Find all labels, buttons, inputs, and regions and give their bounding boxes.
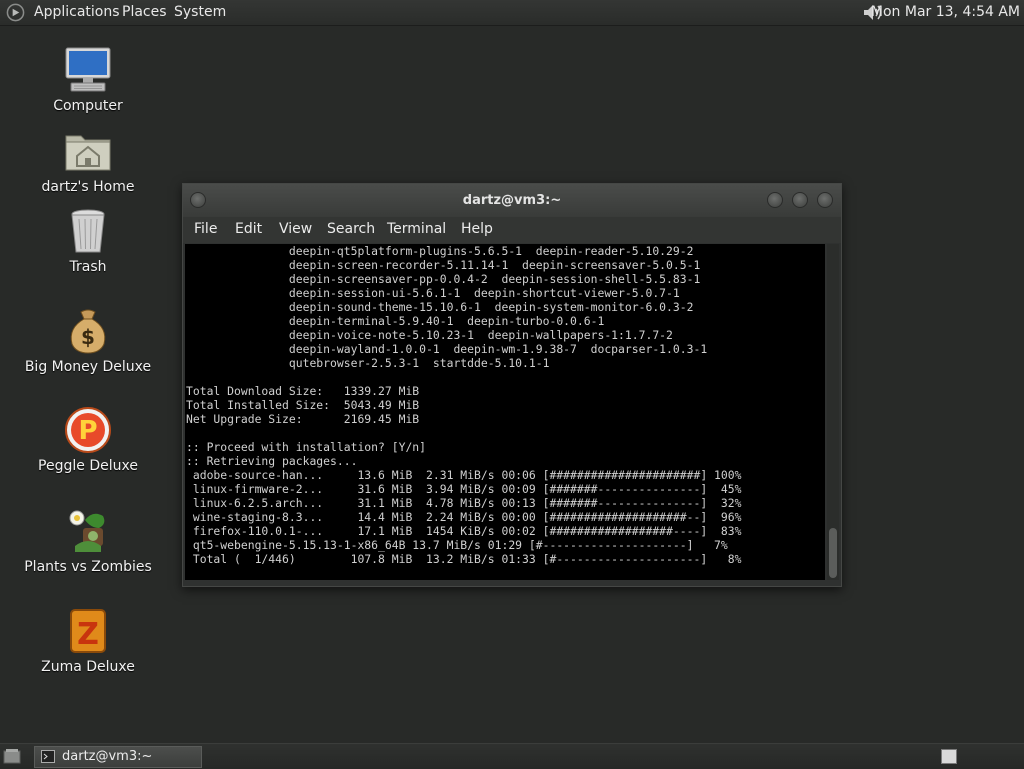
- close-button[interactable]: [817, 192, 833, 208]
- terminal-title: dartz@vm3:~: [462, 193, 562, 208]
- terminal-line: linux-firmware-2... 31.6 MiB 3.94 MiB/s …: [186, 482, 742, 496]
- menu-search[interactable]: Search: [327, 221, 375, 237]
- menu-places[interactable]: Places: [122, 4, 167, 20]
- zuma-icon: Z: [70, 609, 106, 653]
- menu-system[interactable]: System: [174, 4, 226, 20]
- terminal-line: :: Proceed with installation? [Y/n]: [186, 440, 427, 454]
- terminal-line: Net Upgrade Size: 2169.45 MiB: [186, 412, 420, 426]
- desktop-icon-home[interactable]: dartz's Home: [23, 126, 153, 195]
- workspace-switcher[interactable]: [941, 749, 957, 764]
- scrollbar-thumb[interactable]: [829, 528, 837, 578]
- minimize-button[interactable]: [767, 192, 783, 208]
- terminal-line: qutebrowser-2.5.3-1 startdde-5.10.1-1: [186, 356, 550, 370]
- menu-view[interactable]: View: [279, 221, 312, 237]
- maximize-button[interactable]: [792, 192, 808, 208]
- taskbar-terminal-button[interactable]: dartz@vm3:~: [34, 746, 202, 768]
- terminal-line: deepin-sound-theme-15.10.6-1 deepin-syst…: [186, 300, 694, 314]
- terminal-line: wine-staging-8.3... 14.4 MiB 2.24 MiB/s …: [186, 510, 742, 524]
- terminal-line: qt5-webengine-5.15.13-1-x86_64B 13.7 MiB…: [186, 538, 728, 552]
- terminal-line: firefox-110.0.1-... 17.1 MiB 1454 KiB/s …: [186, 524, 742, 538]
- terminal-menubar: File Edit View Search Terminal Help: [183, 217, 841, 243]
- terminal-text: deepin-qt5platform-plugins-5.6.5-1 deepi…: [185, 244, 825, 566]
- desktop-icon-label: Trash: [69, 259, 107, 275]
- menu-applications[interactable]: Applications: [34, 4, 120, 20]
- terminal-line: Total Download Size: 1339.27 MiB: [186, 384, 420, 398]
- desktop-icon-label: Plants vs Zombies: [24, 559, 152, 575]
- peggle-icon: P: [65, 407, 111, 453]
- terminal-output[interactable]: deepin-qt5platform-plugins-5.6.5-1 deepi…: [185, 244, 825, 580]
- terminal-line: linux-6.2.5.arch... 31.1 MiB 4.78 MiB/s …: [186, 496, 742, 510]
- clock[interactable]: Mon Mar 13, 4:54 AM: [871, 4, 1020, 20]
- home-folder-icon: [65, 135, 111, 171]
- terminal-line: deepin-qt5platform-plugins-5.6.5-1 deepi…: [186, 244, 694, 258]
- desktop-icon-label: dartz's Home: [41, 179, 135, 195]
- desktop-icon-label: Computer: [53, 98, 123, 114]
- terminal-line: Total ( 1/446) 107.8 MiB 13.2 MiB/s 01:3…: [186, 552, 742, 566]
- desktop-icon-plants-vs-zombies[interactable]: Plants vs Zombies: [23, 506, 153, 575]
- terminal-line: deepin-terminal-5.9.40-1 deepin-turbo-0.…: [186, 314, 605, 328]
- plants-vs-zombies-icon: [69, 510, 105, 552]
- terminal-line: deepin-wayland-1.0.0-1 deepin-wm-1.9.38-…: [186, 342, 708, 356]
- terminal-window[interactable]: dartz@vm3:~ File Edit View Search Termin…: [182, 183, 842, 587]
- menu-help[interactable]: Help: [461, 221, 493, 237]
- desktop-icon-label: Peggle Deluxe: [38, 458, 138, 474]
- svg-text:Z: Z: [77, 617, 99, 652]
- terminal-line: deepin-voice-note-5.10.23-1 deepin-wallp…: [186, 328, 673, 342]
- menu-file[interactable]: File: [194, 221, 217, 237]
- menu-terminal[interactable]: Terminal: [387, 221, 446, 237]
- show-desktop-icon[interactable]: [3, 748, 21, 764]
- terminal-titlebar[interactable]: dartz@vm3:~: [183, 184, 841, 217]
- desktop-icon-zuma[interactable]: Z Zuma Deluxe: [23, 606, 153, 675]
- desktop-icon-peggle[interactable]: P Peggle Deluxe: [23, 405, 153, 474]
- desktop-icon-trash[interactable]: Trash: [23, 206, 153, 275]
- gnome-foot-icon[interactable]: [6, 3, 25, 22]
- terminal-line: :: Retrieving packages...: [186, 454, 358, 468]
- terminal-scrollbar[interactable]: [827, 244, 839, 580]
- terminal-line: deepin-screensaver-pp-0.0.4-2 deepin-ses…: [186, 272, 701, 286]
- terminal-line: deepin-session-ui-5.6.1-1 deepin-shortcu…: [186, 286, 680, 300]
- desktop-icon-big-money[interactable]: $ Big Money Deluxe: [23, 306, 153, 375]
- menu-edit[interactable]: Edit: [235, 221, 262, 237]
- svg-text:$: $: [81, 325, 95, 349]
- desktop-icon-label: Zuma Deluxe: [41, 659, 135, 675]
- desktop-icon-label: Big Money Deluxe: [24, 359, 152, 375]
- svg-text:P: P: [78, 416, 97, 446]
- terminal-line: Total Installed Size: 5043.49 MiB: [186, 398, 420, 412]
- terminal-line: adobe-source-han... 13.6 MiB 2.31 MiB/s …: [186, 468, 742, 482]
- top-panel: Applications Places System Mon Mar 13, 4…: [0, 0, 1024, 26]
- bottom-panel: dartz@vm3:~: [0, 743, 1024, 769]
- trash-icon: [71, 209, 105, 253]
- terminal-icon: [41, 750, 55, 763]
- computer-icon: [65, 47, 111, 92]
- money-bag-icon: $: [70, 309, 106, 354]
- terminal-line: deepin-screen-recorder-5.11.14-1 deepin-…: [186, 258, 701, 272]
- desktop-icon-computer[interactable]: Computer: [23, 45, 153, 114]
- taskbar-terminal-label: dartz@vm3:~: [62, 749, 153, 764]
